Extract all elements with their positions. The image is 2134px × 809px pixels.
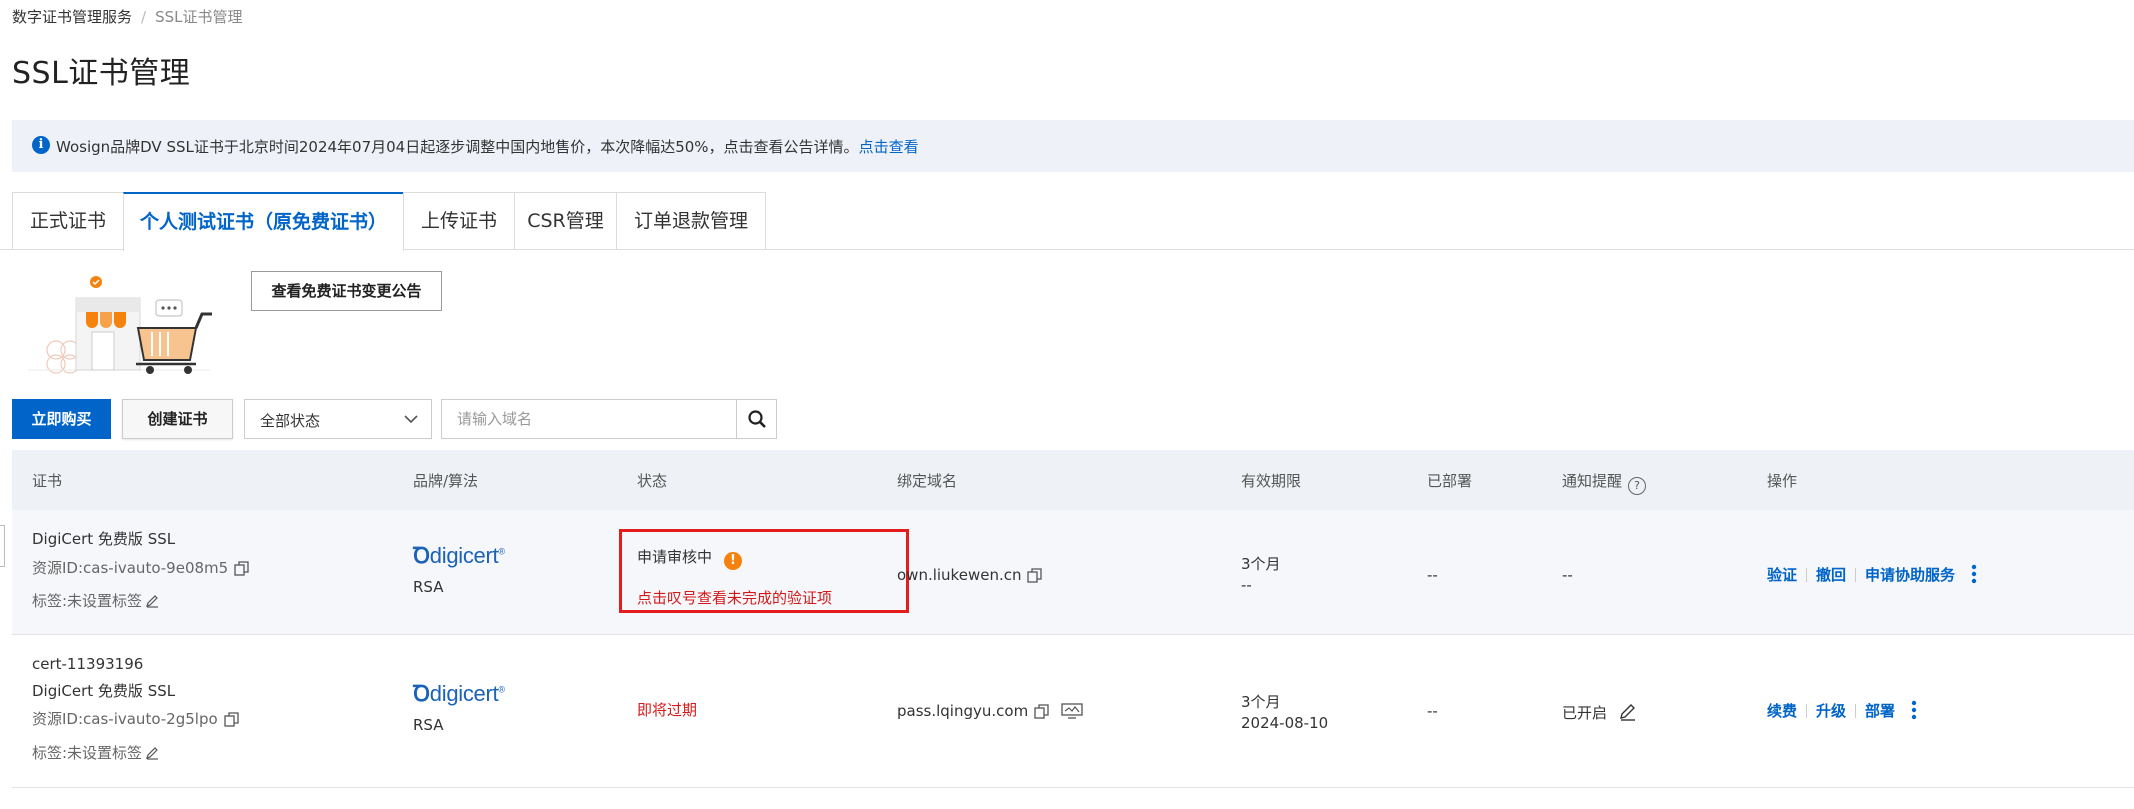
help-icon[interactable]: ? — [1628, 477, 1647, 495]
cert-name: DigiCert 免费版 SSL — [32, 682, 176, 700]
copy-icon[interactable] — [234, 561, 249, 576]
action-separator — [1855, 704, 1857, 718]
copy-icon[interactable] — [1034, 704, 1049, 719]
table-row: DigiCert 免费版 SSL 资源ID:cas-ivauto-9e08m5 … — [12, 510, 2134, 635]
action-separator — [1806, 704, 1808, 718]
shopping-illustration — [28, 276, 212, 374]
search-icon — [748, 410, 766, 428]
algorithm: RSA — [413, 578, 444, 596]
breadcrumb: 数字证书管理服务 / SSL证书管理 — [12, 6, 242, 27]
renew-link[interactable]: 续费 — [1767, 702, 1797, 720]
col-deployed: 已部署 — [1427, 472, 1473, 490]
validity-period: 3个月 — [1241, 555, 1281, 573]
digicert-logo: Ꝺdigicert® — [413, 543, 505, 568]
notify-value: 已开启 — [1562, 702, 1636, 723]
upgrade-link[interactable]: 升级 — [1816, 702, 1846, 720]
buy-now-button[interactable]: 立即购买 — [12, 399, 111, 439]
resource-id: 资源ID:cas-ivauto-2g5lpo — [32, 708, 239, 729]
side-collapse-handle[interactable] — [0, 525, 5, 567]
tag-label: 标签:未设置标签 — [32, 590, 159, 611]
more-options-icon[interactable] — [1911, 700, 1917, 720]
col-brand: 品牌/算法 — [413, 472, 479, 490]
status-text: 即将过期 — [637, 701, 698, 719]
row-actions: 续费 升级 部署 — [1767, 700, 1917, 721]
deployed-value: -- — [1427, 702, 1438, 720]
withdraw-link[interactable]: 撤回 — [1816, 566, 1846, 584]
tab-csr-management[interactable]: CSR管理 — [514, 192, 617, 249]
domain-search — [441, 399, 777, 439]
status-hint: 点击叹号查看未完成的验证项 — [637, 589, 833, 607]
request-assistance-link[interactable]: 申请协助服务 — [1865, 566, 1955, 584]
row-actions: 验证 撤回 申请协助服务 — [1767, 564, 1977, 585]
col-ops: 操作 — [1767, 472, 1798, 490]
validity-period: 3个月 — [1241, 693, 1281, 711]
deployed-value: -- — [1427, 566, 1438, 584]
edit-icon[interactable] — [145, 746, 159, 760]
domain-search-input[interactable] — [442, 400, 737, 438]
col-domain: 绑定域名 — [897, 472, 958, 490]
bound-domain: own.liukewen.cn — [897, 566, 1043, 584]
view-announcement-button[interactable]: 查看免费证书变更公告 — [251, 271, 442, 311]
more-options-icon[interactable] — [1971, 564, 1977, 584]
copy-icon[interactable] — [224, 712, 239, 727]
tab-formal-certs[interactable]: 正式证书 — [12, 192, 124, 249]
col-status: 状态 — [637, 472, 668, 490]
chevron-down-icon — [404, 415, 418, 424]
table-header: 证书 品牌/算法 状态 绑定域名 有效期限 已部署 通知提醒? 操作 — [12, 450, 2134, 510]
notice-banner: i Wosign品牌DV SSL证书于北京时间2024年07月04日起逐步调整中… — [12, 120, 2134, 172]
copy-icon[interactable] — [1027, 568, 1043, 583]
search-button[interactable] — [736, 400, 776, 438]
digicert-logo: Ꝺdigicert® — [413, 681, 505, 706]
table-row: cert-11393196 DigiCert 免费版 SSL 资源ID:cas-… — [12, 635, 2134, 788]
expiry-date: 2024-08-10 — [1241, 714, 1329, 732]
cert-id: cert-11393196 — [32, 655, 144, 673]
tag-label: 标签:未设置标签 — [32, 742, 159, 763]
cert-name: DigiCert 免费版 SSL — [32, 530, 176, 548]
breadcrumb-root[interactable]: 数字证书管理服务 — [12, 8, 132, 26]
tab-personal-test-certs[interactable]: 个人测试证书（原免费证书） — [123, 192, 404, 251]
breadcrumb-separator: / — [141, 8, 147, 26]
action-separator — [1806, 568, 1808, 582]
resource-id: 资源ID:cas-ivauto-9e08m5 — [32, 557, 249, 578]
breadcrumb-current: SSL证书管理 — [155, 8, 243, 26]
warning-icon[interactable]: ! — [724, 552, 743, 570]
info-icon: i — [32, 136, 50, 154]
status-filter-select[interactable]: 全部状态 — [244, 399, 432, 439]
action-separator — [1855, 568, 1857, 582]
verify-link[interactable]: 验证 — [1767, 566, 1797, 584]
edit-icon[interactable] — [1619, 704, 1636, 721]
notice-link[interactable]: 点击查看 — [859, 138, 919, 156]
expiry-date: -- — [1241, 576, 1252, 594]
col-validity: 有效期限 — [1241, 472, 1302, 490]
bound-domain: pass.lqingyu.com — [897, 702, 1083, 720]
status-filter-value: 全部状态 — [260, 412, 321, 430]
tab-order-refund[interactable]: 订单退款管理 — [616, 192, 766, 249]
algorithm: RSA — [413, 716, 444, 734]
edit-icon[interactable] — [145, 594, 159, 608]
create-cert-button[interactable]: 创建证书 — [122, 399, 233, 439]
notice-text: Wosign品牌DV SSL证书于北京时间2024年07月04日起逐步调整中国内… — [56, 138, 919, 156]
monitor-icon[interactable] — [1061, 703, 1083, 719]
tab-upload-certs[interactable]: 上传证书 — [403, 192, 515, 249]
col-notify: 通知提醒? — [1562, 470, 1647, 495]
status-text: 申请审核中! — [637, 546, 743, 570]
notify-value: -- — [1562, 566, 1573, 584]
deploy-link[interactable]: 部署 — [1865, 702, 1895, 720]
col-cert: 证书 — [32, 472, 63, 490]
page-title: SSL证书管理 — [12, 56, 191, 91]
